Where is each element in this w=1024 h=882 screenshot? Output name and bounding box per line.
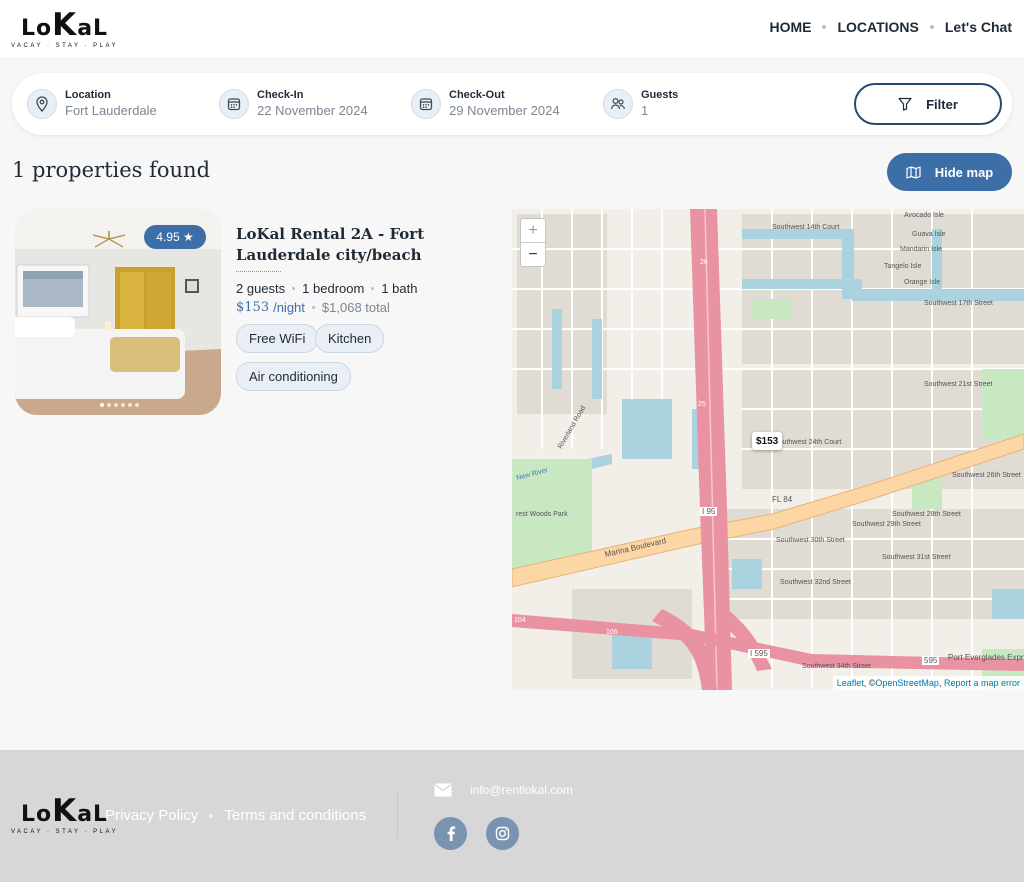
amenity-chip-kitchen: Kitchen	[315, 324, 385, 353]
map-label: Southwest 21st Street	[924, 381, 993, 388]
brand-logo[interactable]: LoKaL VACAY · STAY · PLAY	[11, 7, 119, 50]
facebook-icon[interactable]	[434, 817, 467, 850]
nav-locations[interactable]: LOCATIONS	[837, 19, 918, 35]
checkout-field[interactable]: Check-Out 29 November 2024	[411, 88, 560, 119]
map-label: 25	[698, 401, 706, 408]
footer-email[interactable]: info@rentlokal.com	[434, 783, 573, 797]
map-label: Southwest 34th Street	[802, 663, 871, 670]
checkin-field[interactable]: Check-In 22 November 2024	[219, 88, 368, 119]
footer-divider	[397, 792, 398, 838]
title-underline	[236, 271, 281, 272]
filter-icon	[898, 97, 912, 111]
location-label: Location	[65, 89, 111, 101]
footer-links: Privacy Policy Terms and conditions	[105, 807, 366, 824]
guests-value: 1	[641, 103, 649, 118]
photo-carousel-dots[interactable]	[100, 403, 142, 407]
bedrooms-count: 1 bedroom	[302, 281, 365, 296]
results-count-title: 1 properties found	[12, 158, 211, 182]
calendar-icon	[411, 88, 441, 119]
map-label: Orange Isle	[904, 279, 941, 286]
report-map-error-link[interactable]: Report a map error	[944, 678, 1020, 688]
map-label: Southwest 32nd Street	[780, 579, 851, 586]
checkout-label: Check-Out	[449, 89, 505, 101]
map-label: Southwest 26th Street	[952, 472, 1021, 479]
leaflet-link[interactable]: Leaflet	[837, 678, 864, 688]
hide-map-label: Hide map	[934, 164, 994, 180]
checkin-label: Check-In	[257, 89, 304, 101]
carousel-dot[interactable]	[100, 403, 104, 407]
zoom-out-button[interactable]: −	[521, 243, 545, 267]
map-label: Mandarin Isle	[900, 246, 943, 253]
nav-separator	[929, 25, 934, 29]
privacy-policy-link[interactable]: Privacy Policy	[105, 807, 198, 824]
map-label: Southwest 17th Street	[924, 300, 993, 307]
amenity-chip-ac: Air conditioning	[236, 362, 351, 391]
map-label: Guava Isle	[912, 231, 946, 238]
map-label: Avocado Isle	[904, 212, 944, 219]
email-link[interactable]: info@rentlokal.com	[470, 783, 573, 797]
map-label: Southwest 28th Street	[892, 511, 961, 518]
logo-tagline: VACAY · STAY · PLAY	[11, 43, 119, 49]
map-label: Tangelo Isle	[884, 263, 922, 270]
nav-lets-chat[interactable]: Let's Chat	[945, 19, 1012, 35]
location-value: Fort Lauderdale	[65, 103, 157, 118]
baths-count: 1 bath	[381, 281, 418, 296]
carousel-dot[interactable]	[107, 403, 111, 407]
map-label: rest Woods Park	[516, 511, 568, 518]
rating-badge: 4.95 ★	[144, 225, 206, 249]
hide-map-button[interactable]: Hide map	[887, 153, 1012, 191]
zoom-in-button[interactable]: +	[521, 219, 545, 243]
map-label: Southwest 29th Street	[852, 521, 921, 528]
search-bar: Location Fort Lauderdale Check-In 22 Novem…	[12, 73, 1012, 135]
total-price: $1,068 total	[321, 300, 390, 315]
guests-field[interactable]: Guests 1	[603, 88, 678, 119]
filter-button[interactable]: Filter	[854, 83, 1002, 125]
guests-label: Guests	[641, 89, 679, 101]
guests-count: 2 guests	[236, 281, 286, 296]
map-label: Southwest 30th Street	[776, 537, 845, 544]
main-nav: HOME LOCATIONS Let's Chat	[769, 19, 1012, 35]
map-label: FL 84	[772, 495, 793, 504]
amenity-chip-wifi: Free WiFi	[236, 324, 319, 353]
logo-wordmark: LoKaL	[21, 7, 109, 43]
mail-icon	[434, 783, 452, 797]
checkin-value: 22 November 2024	[257, 103, 368, 118]
map-label: Port Everglades Expre	[948, 653, 1024, 662]
map-label: 104	[514, 617, 526, 624]
osm-link[interactable]: OpenStreetMap	[875, 678, 939, 688]
map-label: I 95	[700, 507, 718, 516]
location-field[interactable]: Location Fort Lauderdale	[27, 88, 157, 119]
filter-label: Filter	[926, 96, 958, 112]
map-label: 26	[700, 259, 708, 266]
map-label: I 595	[748, 649, 770, 658]
map-label: 106	[606, 629, 618, 636]
site-header: LoKaL VACAY · STAY · PLAY HOME LOCATIONS…	[0, 0, 1024, 57]
map-label: Southwest 24th Court	[774, 439, 842, 446]
map-zoom-control: + −	[520, 218, 546, 267]
property-title[interactable]: LoKal Rental 2A - Fort Lauderdale city/b…	[236, 224, 496, 266]
map-icon	[906, 165, 921, 179]
checkout-value: 29 November 2024	[449, 103, 560, 118]
map-pin-icon	[27, 88, 57, 119]
property-meta: 2 guests 1 bedroom 1 bath	[236, 281, 417, 296]
users-icon	[603, 88, 633, 119]
carousel-dot[interactable]	[114, 403, 118, 407]
footer-logo[interactable]: LoKaL VACAY · STAY · PLAY	[11, 796, 118, 836]
map-label: Southwest 14th Court	[772, 224, 840, 231]
nav-home[interactable]: HOME	[769, 19, 811, 35]
map-label: Southwest 31st Street	[882, 554, 951, 561]
terms-link[interactable]: Terms and conditions	[224, 807, 366, 824]
map-price-marker[interactable]: $153	[752, 432, 783, 450]
carousel-dot[interactable]	[135, 403, 139, 407]
map-label: 595	[922, 656, 940, 665]
map-attribution: Leaflet , © OpenStreetMap , Report a map…	[832, 676, 1024, 690]
price-period: /night	[273, 300, 305, 315]
nav-separator	[822, 25, 827, 29]
carousel-dot[interactable]	[121, 403, 125, 407]
calendar-icon	[219, 88, 249, 119]
nightly-price: $153	[236, 300, 270, 315]
property-price: $153 /night $1,068 total	[236, 300, 390, 315]
carousel-dot[interactable]	[128, 403, 132, 407]
instagram-icon[interactable]	[486, 817, 519, 850]
